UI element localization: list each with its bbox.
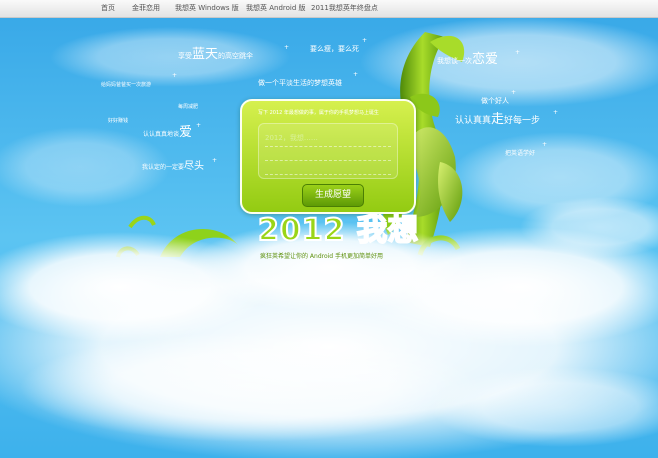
nav-windows-version[interactable]: 我想英 Windows 版 xyxy=(175,3,239,13)
wish-card: 写下 2012 年最想做的事，属于你的手机梦想马上诞生 2012，我想…… 生成… xyxy=(240,99,416,214)
generate-wish-button[interactable]: 生成愿望 xyxy=(302,184,364,207)
wish-word[interactable]: 享受蓝天的高空跳伞 xyxy=(178,48,253,61)
wish-line xyxy=(265,146,391,147)
top-nav: 首页 金菲恋用 我想英 Windows 版 我想英 Android 版 2011… xyxy=(0,0,658,18)
card-hint: 写下 2012 年最想做的事，属于你的手机梦想马上诞生 xyxy=(258,110,379,116)
wish-word[interactable]: 认认真真地谈爱 xyxy=(143,126,192,140)
wish-word[interactable]: 认认真真走好每一步 xyxy=(455,113,540,126)
wish-word[interactable]: 要么瘦，要么死 xyxy=(310,43,359,54)
wish-word[interactable]: 我认定的一定要尽头 xyxy=(142,162,204,173)
wish-word[interactable]: 给妈妈爸爸买一次旅游 xyxy=(101,78,151,90)
wish-word[interactable]: 做个好人 xyxy=(481,95,509,106)
wish-word[interactable]: 每周减肥 xyxy=(178,100,198,112)
sparkle-icon: + xyxy=(172,72,178,79)
sparkle-icon: + xyxy=(362,37,368,44)
wish-placeholder: 2012，我想…… xyxy=(265,134,318,142)
wish-word[interactable]: 好好赚钱 xyxy=(108,114,128,126)
sparkle-icon: + xyxy=(212,157,218,164)
sparkle-icon: + xyxy=(515,49,521,56)
page-subtitle: 疯狂英希望让你的 Android 手机更加简单好用 xyxy=(260,253,384,260)
nav-2011-review[interactable]: 2011我想英年终盘点 xyxy=(311,3,378,13)
sparkle-icon: + xyxy=(284,44,290,51)
sparkle-icon: + xyxy=(353,71,359,78)
wish-line xyxy=(265,160,391,161)
wish-input[interactable]: 2012，我想…… xyxy=(258,123,398,179)
sparkle-icon: + xyxy=(196,122,202,129)
sparkle-icon: + xyxy=(553,109,559,116)
wish-word[interactable]: 做一个平淡生活的梦想英雄 xyxy=(258,77,342,88)
sparkle-icon: + xyxy=(511,89,517,96)
nav-android-version[interactable]: 我想英 Android 版 xyxy=(246,3,306,13)
wish-word[interactable]: 我想谈一次恋爱 xyxy=(437,53,498,66)
page-title: 2012 我想 xyxy=(257,212,419,249)
nav-item-2[interactable]: 金菲恋用 xyxy=(132,3,160,13)
sparkle-icon: + xyxy=(542,141,548,148)
wish-line xyxy=(265,174,391,175)
wish-word[interactable]: 把英语学好 xyxy=(505,147,535,159)
nav-home[interactable]: 首页 xyxy=(101,3,115,13)
